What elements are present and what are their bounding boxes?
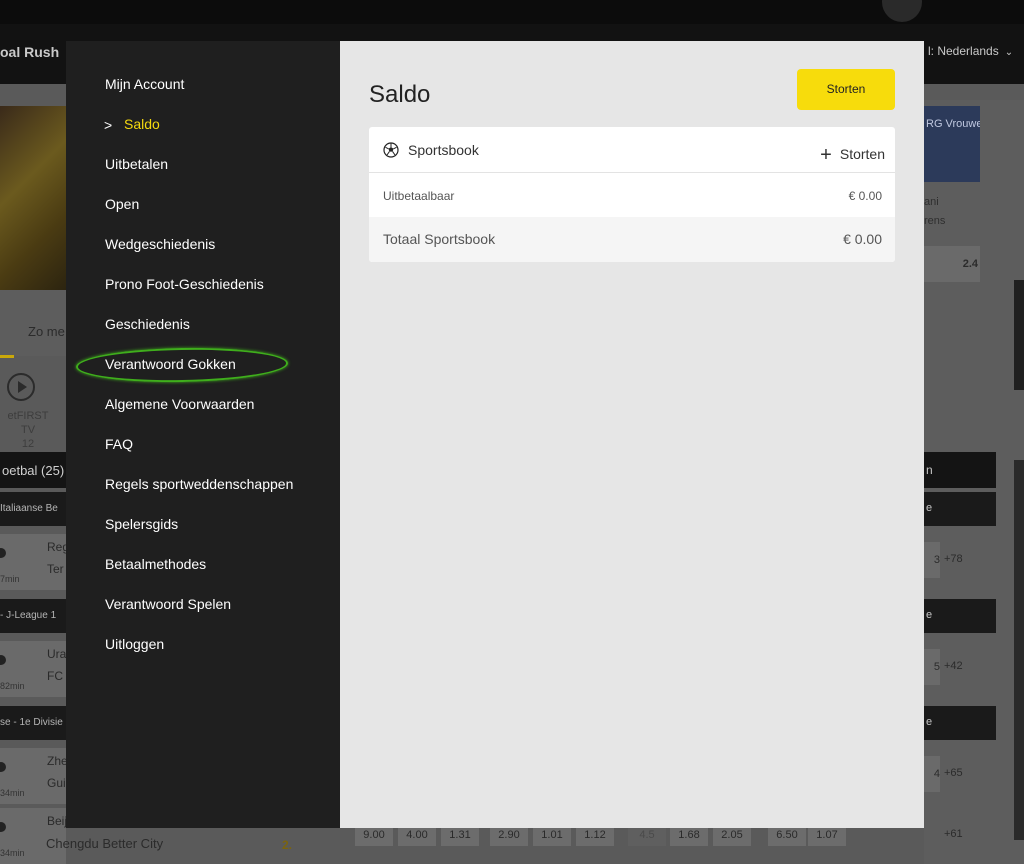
more-markets-link[interactable]: +61 [944, 828, 994, 840]
menu-item-regels-sportweddenschappen[interactable]: Regels sportweddenschappen [66, 474, 340, 514]
sportsbook-label: Sportsbook [408, 142, 479, 158]
menu-item-saldo[interactable]: > Saldo [66, 114, 340, 154]
menu-item-betaalmethodes[interactable]: Betaalmethodes [66, 554, 340, 594]
sportsbook-card: Sportsbook + Storten Uitbetaalbaar € 0.00… [369, 127, 895, 262]
ball-icon [0, 548, 6, 558]
league-header: se - 1e Divisie [0, 706, 66, 740]
menu-item-uitloggen[interactable]: Uitloggen [66, 634, 340, 674]
withdrawable-row: Uitbetaalbaar € 0.00 [369, 173, 895, 217]
match-row: 34min Zhe Gui [0, 748, 68, 804]
withdrawable-value: € 0.00 [848, 189, 882, 203]
withdrawable-label: Uitbetaalbaar [383, 189, 455, 203]
balance-panel: Saldo Storten Sportsbook + Storten Uitbet… [340, 41, 924, 828]
menu-item-geschiedenis[interactable]: Geschiedenis [66, 314, 340, 354]
menu-item-prono-foot-geschiedenis[interactable]: Prono Foot-Geschiedenis [66, 274, 340, 314]
league-header: - J-League 1 [0, 599, 66, 633]
ball-icon [0, 762, 6, 772]
more-markets-link[interactable]: +78 [944, 553, 994, 565]
score: 2. [282, 838, 293, 852]
menu-item-mijn-account[interactable]: Mijn Account [66, 74, 340, 114]
total-value: € 0.00 [843, 231, 882, 247]
more-markets-link[interactable]: +42 [944, 660, 994, 672]
match-row: 7min Reg Ter [0, 534, 69, 590]
league-header: e [924, 706, 996, 740]
account-sidebar: Mijn Account > Saldo Uitbetalen Open Wedg… [66, 41, 340, 828]
card-header: Sportsbook + Storten [369, 127, 895, 173]
active-indicator [0, 355, 14, 358]
top-bar [0, 0, 1024, 24]
tv-label: etFIRST TV 12 [7, 410, 49, 450]
league-header: e [924, 599, 996, 633]
odd-value: 5 [924, 649, 940, 685]
play-icon [7, 373, 35, 401]
promo-text: Zo me [28, 324, 65, 339]
menu-item-spelersgids[interactable]: Spelersgids [66, 514, 340, 554]
promo-text: ani [924, 196, 939, 208]
odd-button[interactable]: 2.4 [924, 246, 980, 282]
page-title: Saldo [369, 81, 431, 108]
team-name: Chengdu Better City [46, 836, 164, 851]
account-modal: Mijn Account > Saldo Uitbetalen Open Wedg… [66, 41, 924, 828]
menu-item-open[interactable]: Open [66, 194, 340, 234]
chevron-right-icon: > [104, 117, 113, 133]
total-label: Totaal Sportsbook [383, 231, 496, 247]
promo-text: rens [924, 215, 946, 227]
odd-value: 3 [924, 542, 940, 578]
side-panel [1014, 280, 1024, 390]
sportsbook-deposit-link[interactable]: + Storten [820, 142, 885, 166]
promo-image: RG Vrouwe [924, 106, 980, 182]
menu-item-faq[interactable]: FAQ [66, 434, 340, 474]
chevron-down-icon: ⌄ [1004, 47, 1014, 58]
side-panel [1014, 460, 1024, 840]
odd-value: 4 [924, 756, 940, 792]
menu-item-verantwoord-spelen[interactable]: Verantwoord Spelen [66, 594, 340, 634]
more-markets-link[interactable]: +65 [944, 767, 994, 779]
promo-image [0, 106, 66, 290]
language-selector: l: Nederlands ⌄ [928, 44, 1014, 58]
menu-item-algemene-voorwaarden[interactable]: Algemene Voorwaarden [66, 394, 340, 434]
ball-icon [0, 822, 6, 832]
ball-icon [0, 655, 6, 665]
nav-goal-rush: oal Rush [0, 44, 60, 60]
match-row: 82min Ura FC [0, 641, 66, 697]
total-row: Totaal Sportsbook € 0.00 [369, 217, 895, 262]
sport-tab: oetbal (25) [0, 452, 66, 488]
menu-item-verantwoord-gokken[interactable]: Verantwoord Gokken [66, 354, 340, 394]
menu-item-wedgeschiedenis[interactable]: Wedgeschiedenis [66, 234, 340, 274]
league-header: e [924, 492, 996, 526]
league-header: Italiaanse Be [0, 492, 66, 526]
menu-item-uitbetalen[interactable]: Uitbetalen [66, 154, 340, 194]
plus-icon: + [820, 144, 832, 166]
tab: n [924, 452, 996, 488]
deposit-button[interactable]: Storten [797, 69, 895, 110]
soccer-ball-icon [383, 142, 399, 158]
